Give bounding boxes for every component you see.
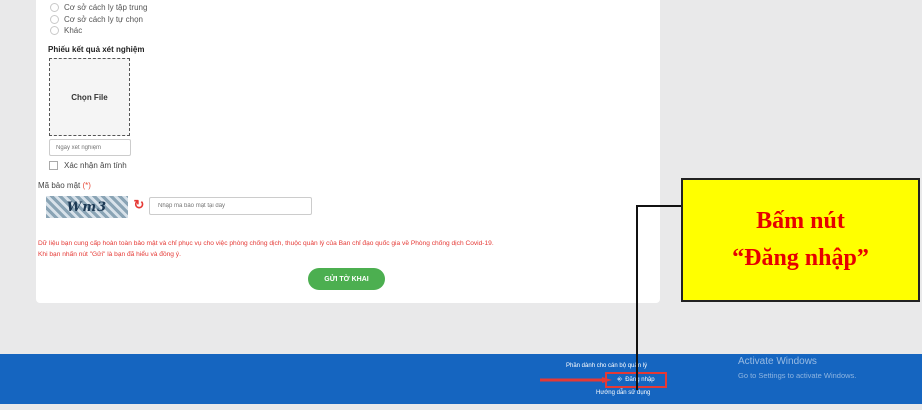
disclaimer: Dữ liệu bạn cung cấp hoàn toàn bảo mật v…	[38, 238, 650, 260]
footer-bottom-strip	[0, 404, 922, 410]
login-label: Đăng nhập	[625, 377, 655, 383]
refresh-icon[interactable]: ↻	[132, 198, 146, 212]
disclaimer-line-2: Khi bạn nhấn nút "Gửi" là bạn đã hiểu và…	[38, 251, 181, 258]
arrow-icon	[540, 377, 612, 383]
activate-windows-title: Activate Windows	[738, 356, 817, 367]
option-self-selected-quarantine[interactable]: Cơ sở cách ly tự chọn	[50, 15, 143, 24]
activate-windows-subtitle: Go to Settings to activate Windows.	[738, 371, 857, 380]
submit-button[interactable]: GỬI TỜ KHAI	[308, 268, 385, 290]
disclaimer-line-1: Dữ liệu bạn cung cấp hoàn toàn bảo mật v…	[38, 240, 494, 247]
captcha-image: Wm3	[46, 196, 128, 218]
captcha-input[interactable]	[149, 197, 312, 215]
user-guide-link[interactable]: Hướng dẫn sử dụng	[596, 390, 650, 396]
negative-confirm-label: Xác nhận âm tính	[64, 161, 127, 170]
captcha-label: Mã bảo mật (*)	[38, 181, 91, 190]
negative-confirm-row[interactable]: Xác nhận âm tính	[49, 161, 127, 170]
callout-line-2: “Đăng nhập”	[732, 245, 869, 271]
radio-button[interactable]	[50, 26, 59, 35]
choose-file-button[interactable]: Chọn File	[49, 58, 130, 136]
captcha-label-text: Mã bảo mật	[38, 181, 81, 190]
choose-file-label: Chọn File	[71, 92, 108, 102]
test-result-heading: Phiếu kết quả xét nghiệm	[48, 45, 145, 54]
instruction-callout: Bấm nút “Đăng nhập”	[681, 178, 920, 302]
option-centralized-quarantine[interactable]: Cơ sở cách ly tập trung	[50, 3, 147, 12]
required-marker: (*)	[82, 181, 91, 190]
option-label: Khác	[64, 26, 83, 35]
test-date-input[interactable]	[49, 139, 131, 156]
login-icon: ⎆	[617, 376, 623, 383]
option-other[interactable]: Khác	[50, 26, 82, 35]
staff-section-link[interactable]: Phần dành cho cán bộ quản lý	[566, 363, 647, 369]
captcha-text: Wm3	[66, 199, 108, 215]
callout-line-1: Bấm nút	[756, 208, 845, 234]
radio-button[interactable]	[50, 3, 59, 12]
login-link[interactable]: ⎆ Đăng nhập	[605, 372, 667, 388]
negative-confirm-checkbox[interactable]	[49, 161, 58, 170]
radio-button[interactable]	[50, 15, 59, 24]
option-label: Cơ sở cách ly tập trung	[64, 3, 148, 12]
option-label: Cơ sở cách ly tự chọn	[64, 15, 143, 24]
